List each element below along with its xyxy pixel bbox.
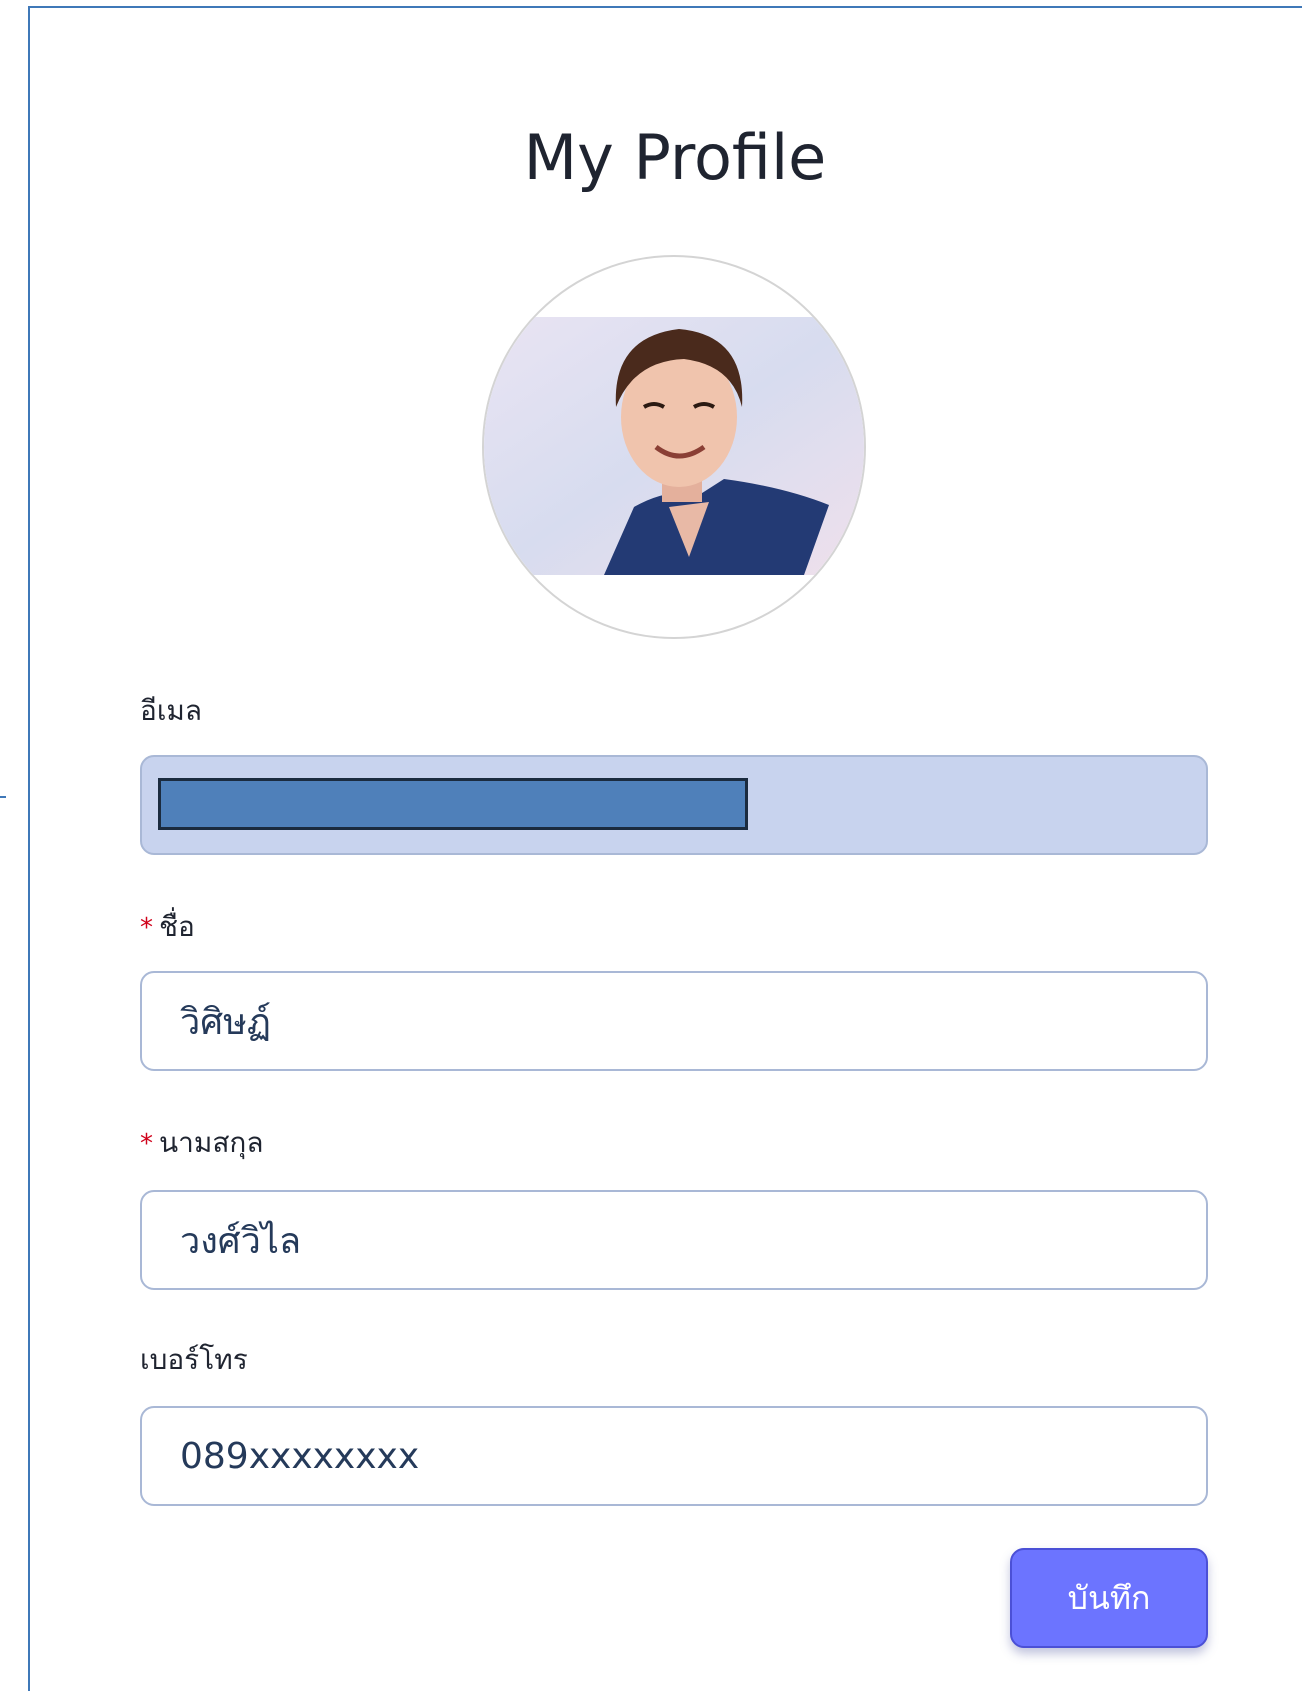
first-name-label-text: ชื่อ — [159, 910, 195, 943]
last-name-label: * นามสกุล — [140, 1125, 264, 1162]
profile-photo-icon — [484, 317, 864, 575]
phone-label: เบอร์โทร — [140, 1342, 248, 1378]
save-button[interactable]: บันทึก — [1010, 1548, 1208, 1648]
phone-field[interactable] — [140, 1406, 1208, 1506]
last-name-label-text: นามสกุล — [159, 1126, 264, 1159]
first-name-field[interactable] — [140, 971, 1208, 1071]
first-name-label: * ชื่อ — [140, 909, 195, 946]
frame-edge-marker — [0, 796, 6, 798]
phone-label-text: เบอร์โทร — [140, 1343, 248, 1376]
required-mark: * — [140, 1129, 153, 1159]
email-label-text: อีเมล — [140, 694, 203, 727]
required-mark: * — [140, 913, 153, 943]
email-label: อีเมล — [140, 693, 202, 729]
avatar[interactable] — [482, 255, 866, 639]
email-redaction — [158, 778, 748, 830]
page-title: My Profile — [523, 121, 827, 194]
last-name-field[interactable] — [140, 1190, 1208, 1290]
